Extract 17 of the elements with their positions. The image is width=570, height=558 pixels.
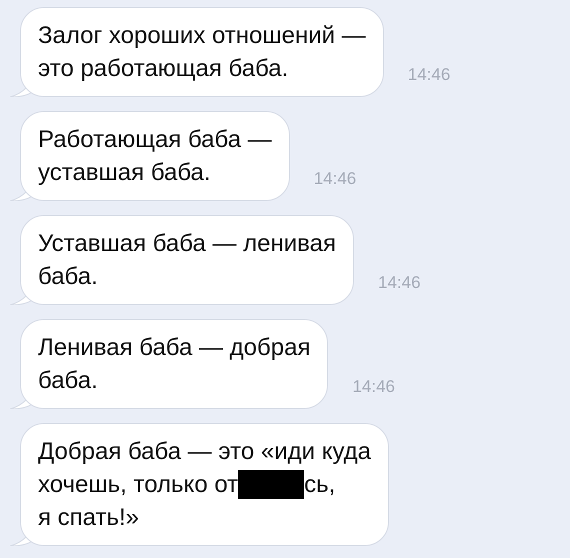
message-text: уставшая баба. [38, 158, 211, 188]
message-time: 14:46 [408, 64, 450, 86]
message-text: Ленивая баба — добрая [38, 333, 310, 363]
message-time: 14:46 [314, 168, 356, 190]
message-text: это работающая баба. [38, 54, 288, 84]
message-text: баба. [38, 366, 98, 396]
message-text: Залог хороших отношений — [38, 21, 366, 51]
message-text: Добрая баба — это «иди куда [38, 437, 372, 467]
message-time: 14:46 [352, 376, 396, 398]
message-text: баба. [38, 262, 98, 292]
message-text: Работающая баба — [38, 125, 272, 155]
message-text: Уставшая баба — ленивая [38, 229, 336, 259]
message-time: 14:46 [378, 272, 421, 294]
message-text: я спать!» [38, 503, 139, 533]
message-text: хочешь, только от [38, 470, 238, 500]
redaction-bar [238, 470, 304, 499]
message-text: сь, [304, 470, 336, 500]
